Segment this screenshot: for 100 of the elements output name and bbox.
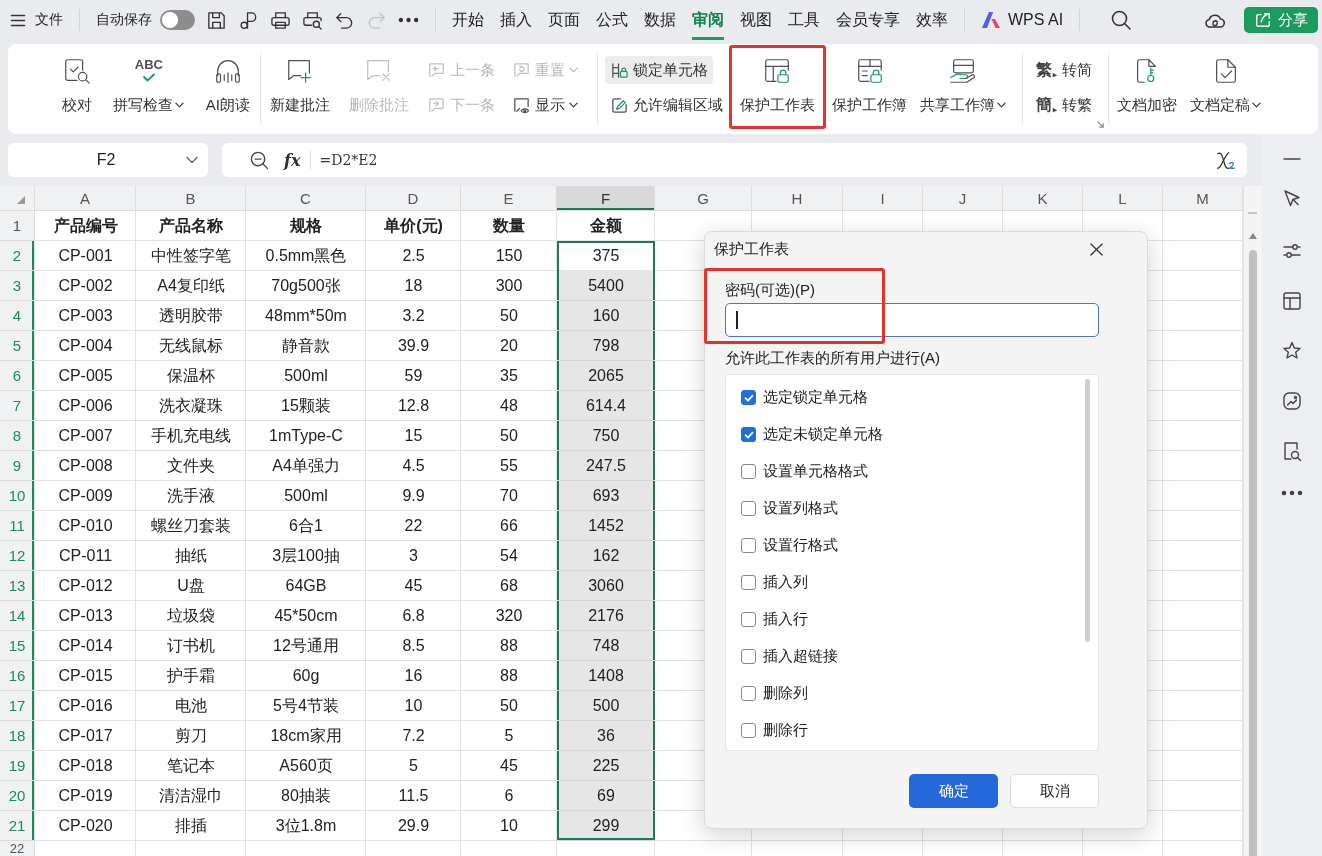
ribbon-button[interactable]: 保护工作表	[728, 45, 826, 129]
ribbon-button[interactable]: 文档定稿	[1184, 45, 1267, 129]
ribbon-button[interactable]: AI朗读	[199, 45, 256, 129]
more-icon[interactable]	[1281, 490, 1303, 496]
checkbox-label[interactable]: 设置列格式	[763, 499, 838, 518]
ribbon-button[interactable]: 文档加密	[1111, 45, 1183, 129]
expand-corner-icon[interactable]	[1096, 120, 1105, 129]
name-box[interactable]: F2	[8, 143, 208, 177]
image-icon[interactable]	[1281, 390, 1303, 412]
zoom-out-icon[interactable]	[249, 149, 270, 171]
checkbox[interactable]	[741, 649, 756, 664]
cancel-button[interactable]: 取消	[1010, 774, 1099, 808]
column-header[interactable]: F	[557, 186, 655, 211]
checkbox-label[interactable]: 设置行格式	[763, 536, 838, 555]
ribbon-button[interactable]: 繁 转简	[1031, 56, 1097, 84]
row-number[interactable]: 15	[0, 631, 35, 661]
confirm-button[interactable]: 确定	[909, 774, 998, 808]
search-icon[interactable]	[1110, 9, 1133, 31]
file-menu[interactable]: 文件	[10, 6, 63, 34]
more-icon[interactable]	[398, 17, 419, 23]
menu-tab[interactable]: 数据	[644, 0, 676, 40]
checkbox[interactable]	[741, 686, 756, 701]
row-number[interactable]: 18	[0, 721, 35, 751]
row-number[interactable]: 20	[0, 781, 35, 811]
checkbox[interactable]	[741, 427, 756, 442]
menu-tab[interactable]: 开始	[452, 0, 484, 40]
column-header[interactable]: K	[1003, 186, 1083, 211]
ribbon-button[interactable]: ABC 拼写检查	[107, 45, 191, 129]
formula-field[interactable]: =D2*E2	[319, 152, 1215, 168]
menu-tab[interactable]: 页面	[548, 0, 580, 40]
row-number[interactable]: 8	[0, 421, 35, 451]
row-number[interactable]: 16	[0, 661, 35, 691]
row-number[interactable]: 4	[0, 301, 35, 331]
vertical-scrollbar[interactable]	[1243, 186, 1262, 856]
checkbox-label[interactable]: 插入行	[763, 610, 808, 629]
row-number[interactable]: 6	[0, 361, 35, 391]
checkbox-label[interactable]: 选定锁定单元格	[763, 388, 868, 407]
menu-tab[interactable]: 插入	[500, 0, 532, 40]
row-number[interactable]: 21	[0, 811, 35, 841]
scroll-up-icon[interactable]	[1249, 233, 1257, 239]
x-subscript-icon[interactable]	[1215, 149, 1237, 171]
row-number[interactable]: 1	[0, 211, 35, 241]
split-handle[interactable]	[1248, 212, 1257, 214]
column-header[interactable]: M	[1163, 186, 1243, 211]
row-number[interactable]: 5	[0, 331, 35, 361]
row-number[interactable]: 3	[0, 271, 35, 301]
checkbox-label[interactable]: 删除行	[763, 721, 808, 740]
ribbon-button[interactable]: 新建批注	[264, 45, 336, 129]
row-number[interactable]: 7	[0, 391, 35, 421]
column-header[interactable]: L	[1083, 186, 1163, 211]
close-icon[interactable]	[1090, 243, 1103, 256]
column-header[interactable]: H	[752, 186, 843, 211]
row-number[interactable]: 9	[0, 451, 35, 481]
row-number[interactable]: 19	[0, 751, 35, 781]
checkbox[interactable]	[741, 464, 756, 479]
column-header[interactable]: I	[843, 186, 923, 211]
document-search-icon[interactable]	[1281, 440, 1303, 462]
row-number[interactable]: 11	[0, 511, 35, 541]
checkbox[interactable]	[741, 538, 756, 553]
table-icon[interactable]	[1281, 290, 1303, 312]
ribbon-button[interactable]: 共享工作簿	[913, 45, 1012, 129]
row-number[interactable]: 2	[0, 241, 35, 271]
ribbon-button[interactable]: 簡 转繁	[1031, 91, 1097, 119]
column-header[interactable]: J	[923, 186, 1003, 211]
menu-tab[interactable]: 会员专享	[836, 0, 900, 40]
column-header[interactable]: E	[461, 186, 557, 211]
checkbox[interactable]	[741, 612, 756, 627]
menu-tab[interactable]: 审阅	[692, 0, 724, 40]
checkbox[interactable]	[741, 390, 756, 405]
column-header[interactable]: D	[366, 186, 461, 211]
menu-tab[interactable]: 视图	[740, 0, 772, 40]
print-preview-icon[interactable]	[302, 9, 323, 31]
printer-icon[interactable]	[270, 9, 291, 31]
menu-tab[interactable]: 效率	[916, 0, 948, 40]
star-icon[interactable]	[1281, 340, 1303, 362]
scrollbar-thumb[interactable]	[1249, 250, 1257, 856]
row-number[interactable]: 12	[0, 541, 35, 571]
checkbox-label[interactable]: 删除列	[763, 684, 808, 703]
checkbox-label[interactable]: 选定未锁定单元格	[763, 425, 883, 444]
row-number[interactable]: 14	[0, 601, 35, 631]
row-number[interactable]: 17	[0, 691, 35, 721]
row-number[interactable]: 13	[0, 571, 35, 601]
autosave-toggle[interactable]	[160, 10, 195, 30]
menu-tab[interactable]: 工具	[788, 0, 820, 40]
row-number[interactable]: 10	[0, 481, 35, 511]
menu-tab[interactable]: 公式	[596, 0, 628, 40]
column-header[interactable]: G	[655, 186, 752, 211]
minus-icon[interactable]	[1281, 157, 1303, 161]
ribbon-button[interactable]: 锁定单元格	[605, 56, 713, 84]
p-shape-icon[interactable]	[238, 9, 259, 31]
checkbox-label[interactable]: 设置单元格格式	[763, 462, 868, 481]
function-button[interactable]: fx	[284, 150, 301, 170]
ribbon-button[interactable]: 显示	[507, 91, 583, 119]
column-header[interactable]: A	[35, 186, 136, 211]
checkbox-label[interactable]: 插入超链接	[763, 647, 838, 666]
ribbon-button[interactable]: 保护工作簿	[826, 45, 914, 129]
checkbox[interactable]	[741, 501, 756, 516]
ribbon-button[interactable]: 校对	[56, 45, 98, 129]
column-header[interactable]: B	[136, 186, 246, 211]
password-field[interactable]	[725, 303, 1099, 337]
